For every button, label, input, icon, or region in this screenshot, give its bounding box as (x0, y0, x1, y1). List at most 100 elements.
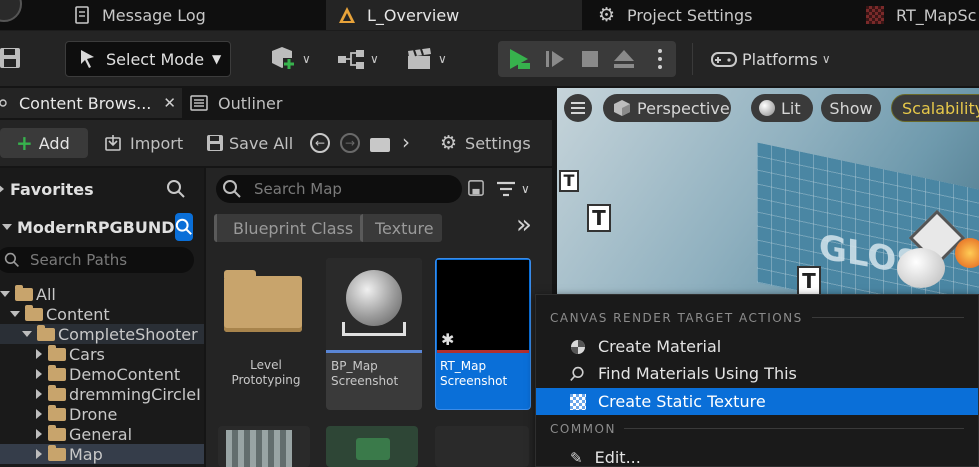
material-icon (571, 339, 585, 354)
play-icon[interactable] (506, 47, 532, 71)
add-button[interactable]: + Add (0, 128, 88, 158)
chevron-down-icon (2, 224, 12, 230)
folder-icon (48, 364, 66, 381)
tree-item-democontent[interactable]: DemoContent (0, 364, 204, 384)
menu-item-create-static-texture[interactable]: Create Static Texture (536, 388, 978, 415)
tab-rt-mapscreenshot[interactable]: RT_MapSc (858, 0, 979, 30)
render-target-icon (866, 6, 884, 24)
platforms-button[interactable]: Platforms ∨ (710, 45, 831, 73)
folder-icon (48, 404, 66, 421)
save-search-icon[interactable] (468, 180, 484, 196)
chevron-down-icon (0, 291, 10, 297)
search-icon (4, 252, 19, 267)
sphere-icon (346, 270, 402, 326)
select-mode-button[interactable]: Select Mode ▼ (65, 41, 231, 77)
search-paths-input[interactable]: Search Paths (30, 251, 127, 269)
folder-icon (48, 424, 66, 441)
filter-chip-blueprint-class[interactable]: Blueprint Class (214, 214, 364, 242)
perspective-button[interactable]: Perspective (603, 94, 731, 122)
more-options-icon[interactable] (654, 47, 666, 71)
asset-tile-partial-2[interactable] (326, 426, 418, 467)
tab-message-log[interactable]: Message Log (66, 0, 326, 30)
menu-item-create-material[interactable]: Create Material (536, 333, 978, 360)
search-map-input[interactable]: Search Map (254, 180, 342, 198)
gamepad-icon (711, 52, 737, 67)
tree-item-completeshooter[interactable]: CompleteShooter (0, 324, 204, 344)
blueprint-icon (338, 50, 364, 69)
context-menu: CANVAS RENDER TARGET ACTIONS Create Mate… (535, 294, 979, 467)
asset-tile-bp-map-screenshot[interactable]: BP_Map Screenshot (326, 258, 422, 410)
save-icon[interactable] (0, 46, 22, 70)
project-search-button[interactable] (174, 213, 193, 241)
tree-item-dremmingcircle[interactable]: dremmingCircleI (0, 384, 204, 404)
edit-icon: ✎ (570, 448, 583, 467)
tree-item-label: Drone (69, 404, 118, 424)
more-filters-icon[interactable]: » (516, 212, 532, 238)
tree-item-map[interactable]: Map (0, 444, 204, 464)
search-map-field[interactable]: Search Map (216, 175, 462, 203)
tab-content-browser[interactable]: Content Brows... ✕ (0, 88, 182, 118)
tab-l-overview[interactable]: L_Overview (326, 0, 582, 30)
menu-item-find-materials[interactable]: Find Materials Using This (536, 360, 978, 387)
asset-tile-rt-map-screenshot[interactable]: ✱ RT_Map Screenshot (435, 258, 531, 410)
asset-view: Search Map ∨ Blueprint Class Texture » L… (206, 168, 552, 467)
filter-button[interactable]: ∨ (496, 178, 530, 200)
eject-icon[interactable] (612, 48, 636, 70)
menu-item-label: Create Material (598, 337, 722, 356)
filter-chip-label: Texture (375, 218, 434, 238)
blueprints-button[interactable]: ∨ (336, 45, 379, 73)
import-button[interactable]: Import (104, 128, 183, 158)
settings-button[interactable]: ⚙ Settings (440, 128, 531, 158)
plus-icon: + (16, 131, 33, 155)
close-icon[interactable]: ✕ (163, 94, 176, 112)
lit-button[interactable]: Lit (751, 94, 813, 122)
menu-item-label: Edit... (594, 448, 641, 467)
settings-label: Settings (465, 133, 531, 153)
chevron-down-icon (10, 311, 20, 317)
tab-project-settings[interactable]: ⚙ Project Settings (592, 0, 858, 30)
asset-tile-level-prototyping[interactable]: Level Prototyping (218, 258, 314, 410)
chevron-down-icon: ∨ (438, 52, 447, 66)
viewport-menu-button[interactable] (564, 94, 592, 122)
save-all-button[interactable]: Save All (206, 128, 293, 158)
asset-tile-partial-3[interactable] (435, 426, 529, 467)
chevron-right-icon (36, 369, 42, 379)
outliner-icon (190, 95, 208, 111)
back-icon[interactable]: ← (310, 133, 330, 153)
document-icon (75, 6, 89, 24)
cinematics-button[interactable]: ∨ (406, 45, 447, 73)
search-paths-field[interactable]: Search Paths (0, 247, 194, 273)
asset-tile-partial-1[interactable] (218, 426, 310, 467)
stop-icon[interactable] (580, 49, 600, 69)
chevron-down-icon: ∨ (370, 52, 379, 66)
chevron-down-icon: ∨ (521, 182, 530, 196)
show-button[interactable]: Show (821, 94, 881, 122)
project-header[interactable]: ModernRPGBUND (0, 213, 204, 241)
chevron-right-icon[interactable]: › (402, 130, 410, 154)
search-icon (175, 218, 192, 235)
scalability-button[interactable]: Scalability (891, 94, 979, 122)
add-label: Add (38, 133, 70, 153)
editor-logo-icon[interactable] (0, 0, 22, 22)
tab-label: RT_MapSc (896, 5, 977, 25)
folder-icon[interactable] (370, 138, 390, 152)
tree-item-all[interactable]: All (0, 284, 204, 304)
search-icon[interactable] (166, 179, 186, 199)
scalability-label: Scalability (902, 98, 979, 118)
text-render-icon: T (559, 170, 579, 192)
folder-icon (25, 304, 43, 321)
lit-label: Lit (781, 98, 801, 118)
filter-chip-texture[interactable]: Texture (360, 214, 442, 242)
tree-item-drone[interactable]: Drone (0, 404, 204, 424)
step-icon[interactable] (544, 48, 566, 70)
tree-item-content[interactable]: Content (0, 304, 204, 324)
forward-icon[interactable]: → (340, 133, 360, 153)
tree-item-cars[interactable]: Cars (0, 344, 204, 364)
search-icon (570, 366, 584, 381)
favorites-header[interactable]: Favorites (0, 176, 204, 202)
tab-outliner[interactable]: Outliner (190, 88, 300, 118)
menu-item-edit[interactable]: ✎ Edit... (536, 444, 978, 467)
add-actor-button[interactable]: ∨ (268, 45, 311, 73)
blueprint-thumbnail (326, 258, 422, 350)
tree-item-general[interactable]: General (0, 424, 204, 444)
